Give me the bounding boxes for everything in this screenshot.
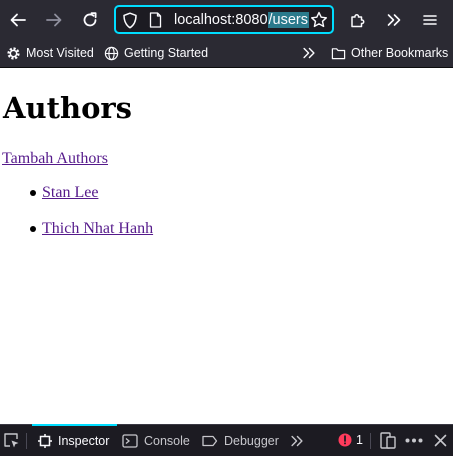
bookmark-most-visited[interactable]: Most Visited [6,43,94,63]
bullet [30,190,36,196]
divider [370,433,371,449]
url-text[interactable]: localhost:8080/users [174,11,310,29]
navigation-toolbar: localhost:8080/users [0,0,453,39]
bullet [30,226,36,232]
extensions-button[interactable] [344,6,372,34]
responsive-design-icon [380,432,396,449]
error-icon [338,433,352,447]
url-path-selected: /users [267,12,310,28]
reload-button[interactable] [76,6,104,34]
bookmark-label: Most Visited [26,46,94,60]
page-icon [149,12,162,28]
url-host: localhost:8080 [174,12,268,28]
responsive-design-button[interactable] [380,432,396,449]
add-author-link[interactable]: Tambah Authors [2,149,108,169]
back-arrow-icon [10,13,26,27]
overflow-chevrons-icon [303,47,315,59]
bookmark-label: Other Bookmarks [351,46,449,60]
author-link[interactable]: Stan Lee [42,183,98,203]
reload-icon [83,12,97,27]
error-count-button[interactable]: 1 [338,433,363,447]
close-icon [434,434,447,447]
bookmark-other-bookmarks[interactable]: Other Bookmarks [331,43,448,63]
element-picker-icon [4,433,19,448]
back-button[interactable] [4,6,32,34]
error-count: 1 [356,433,363,447]
divider [26,433,27,449]
devtools-options-button[interactable] [405,438,423,443]
globe-icon [104,46,119,60]
bookmarks-overflow-button[interactable] [301,43,322,63]
devtools-toolbar: Inspector Console Debugger 1 [0,424,453,456]
debugger-icon [202,435,218,446]
page-content: Authors Tambah Authors Stan Lee Thich Nh… [0,68,453,424]
tab-label: Debugger [224,433,279,448]
bookmark-getting-started[interactable]: Getting Started [104,43,208,63]
forward-button[interactable] [40,6,68,34]
devtools-more-tabs-button[interactable] [289,433,305,449]
shield-icon[interactable] [122,12,138,29]
console-icon [122,433,138,448]
inspector-icon [38,433,52,448]
folder-icon [331,47,346,59]
gear-icon [7,46,20,60]
tab-console[interactable]: Console [122,425,190,456]
tab-label: Console [144,433,190,448]
page-title: Authors [3,91,133,125]
hamburger-menu-icon [423,15,437,25]
element-picker-button[interactable] [3,432,20,449]
bookmark-label: Getting Started [124,46,209,60]
overflow-menu-button[interactable] [380,6,408,34]
tab-debugger[interactable]: Debugger [202,425,279,456]
tab-inspector[interactable]: Inspector [32,424,118,456]
devtools-close-button[interactable] [434,434,447,447]
star-icon[interactable] [310,11,328,29]
overflow-chevrons-icon [291,435,303,447]
tab-label: Inspector [58,433,110,448]
forward-arrow-icon [46,13,62,27]
extensions-icon [351,14,365,28]
bookmarks-toolbar: Most Visited Getting Started Other Bookm… [0,39,453,68]
more-options-icon [405,438,423,443]
overflow-chevrons-icon [387,14,401,26]
url-bar[interactable]: localhost:8080/users [114,5,334,34]
app-menu-button[interactable] [416,6,444,34]
author-link[interactable]: Thich Nhat Hanh [42,219,153,239]
